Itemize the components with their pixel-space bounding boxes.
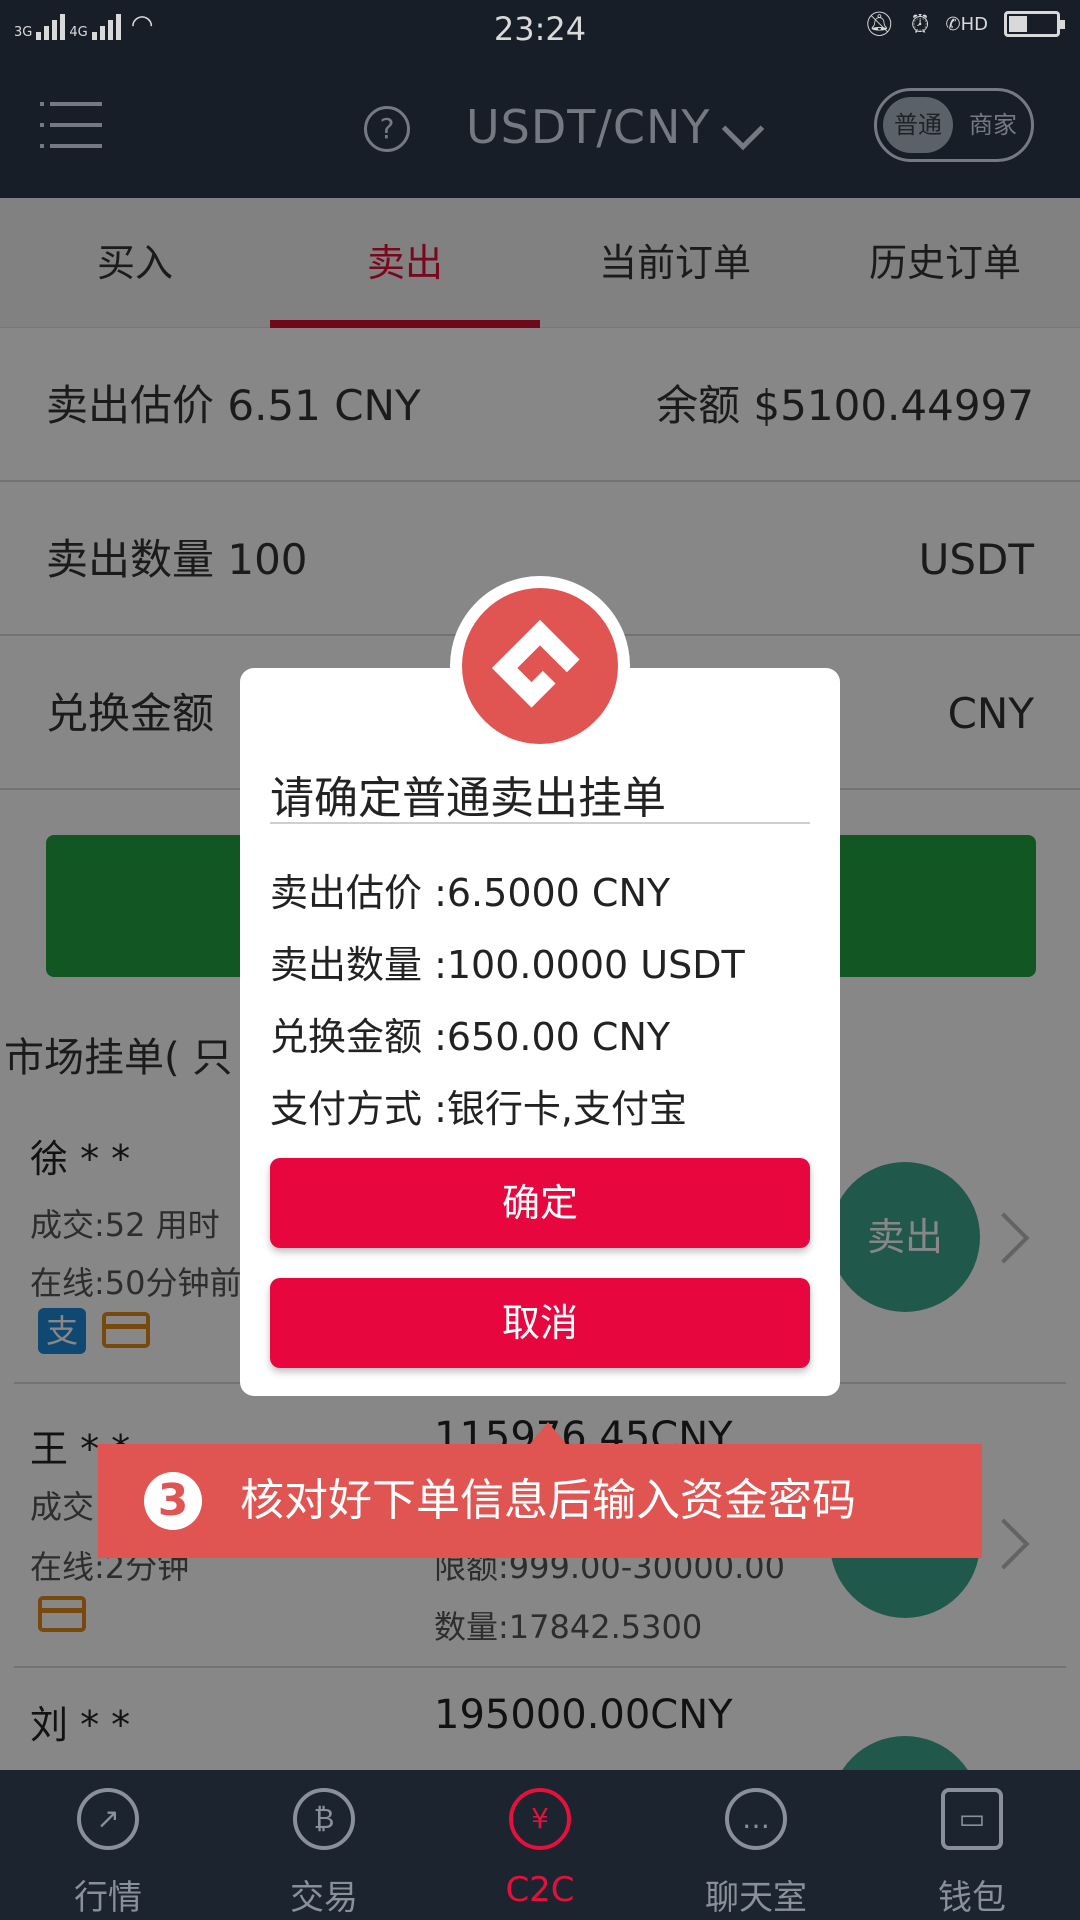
step-number: 3	[144, 1472, 202, 1530]
cancel-button[interactable]: 取消	[270, 1278, 810, 1368]
confirm-button[interactable]: 确定	[270, 1158, 810, 1248]
nav-trade[interactable]: ₿ 交易	[216, 1770, 432, 1920]
nav-label: 交易	[290, 1878, 358, 1918]
nav-label: 聊天室	[705, 1878, 807, 1918]
nav-wallet[interactable]: ▭ 钱包	[864, 1770, 1080, 1920]
nav-label: 钱包	[938, 1878, 1006, 1918]
chat-bubble-icon: …	[725, 1788, 787, 1850]
dialog-payment: 支付方式 :银行卡,支付宝	[270, 1087, 687, 1131]
instruction-banner: 3 核对好下单信息后输入资金密码	[98, 1444, 982, 1558]
dialog-price: 卖出估价 :6.5000 CNY	[270, 871, 671, 915]
nav-label: C2C	[505, 1870, 575, 1910]
banner-pointer	[530, 1422, 566, 1444]
nav-c2c[interactable]: ¥ C2C	[432, 1770, 648, 1920]
modal-backdrop-top	[0, 0, 1080, 198]
logo-mark	[462, 588, 618, 744]
wallet-icon: ▭	[941, 1788, 1003, 1850]
instruction-text: 核对好下单信息后输入资金密码	[240, 1475, 856, 1526]
trend-chart-icon: ↗	[77, 1788, 139, 1850]
bottom-navigation: ↗ 行情 ₿ 交易 ¥ C2C … 聊天室 ▭ 钱包	[0, 1770, 1080, 1920]
dialog-title: 请确定普通卖出挂单	[270, 762, 810, 824]
nav-chatroom[interactable]: … 聊天室	[648, 1770, 864, 1920]
dialog-amount: 兑换金额 :650.00 CNY	[270, 1015, 671, 1059]
dialog-quantity: 卖出数量 :100.0000 USDT	[270, 943, 745, 987]
logo-icon	[491, 619, 580, 708]
nav-label: 行情	[74, 1878, 142, 1918]
app-logo	[450, 576, 630, 756]
bitcoin-icon: ₿	[293, 1788, 355, 1850]
nav-market[interactable]: ↗ 行情	[0, 1770, 216, 1920]
yuan-coin-icon: ¥	[509, 1788, 571, 1850]
